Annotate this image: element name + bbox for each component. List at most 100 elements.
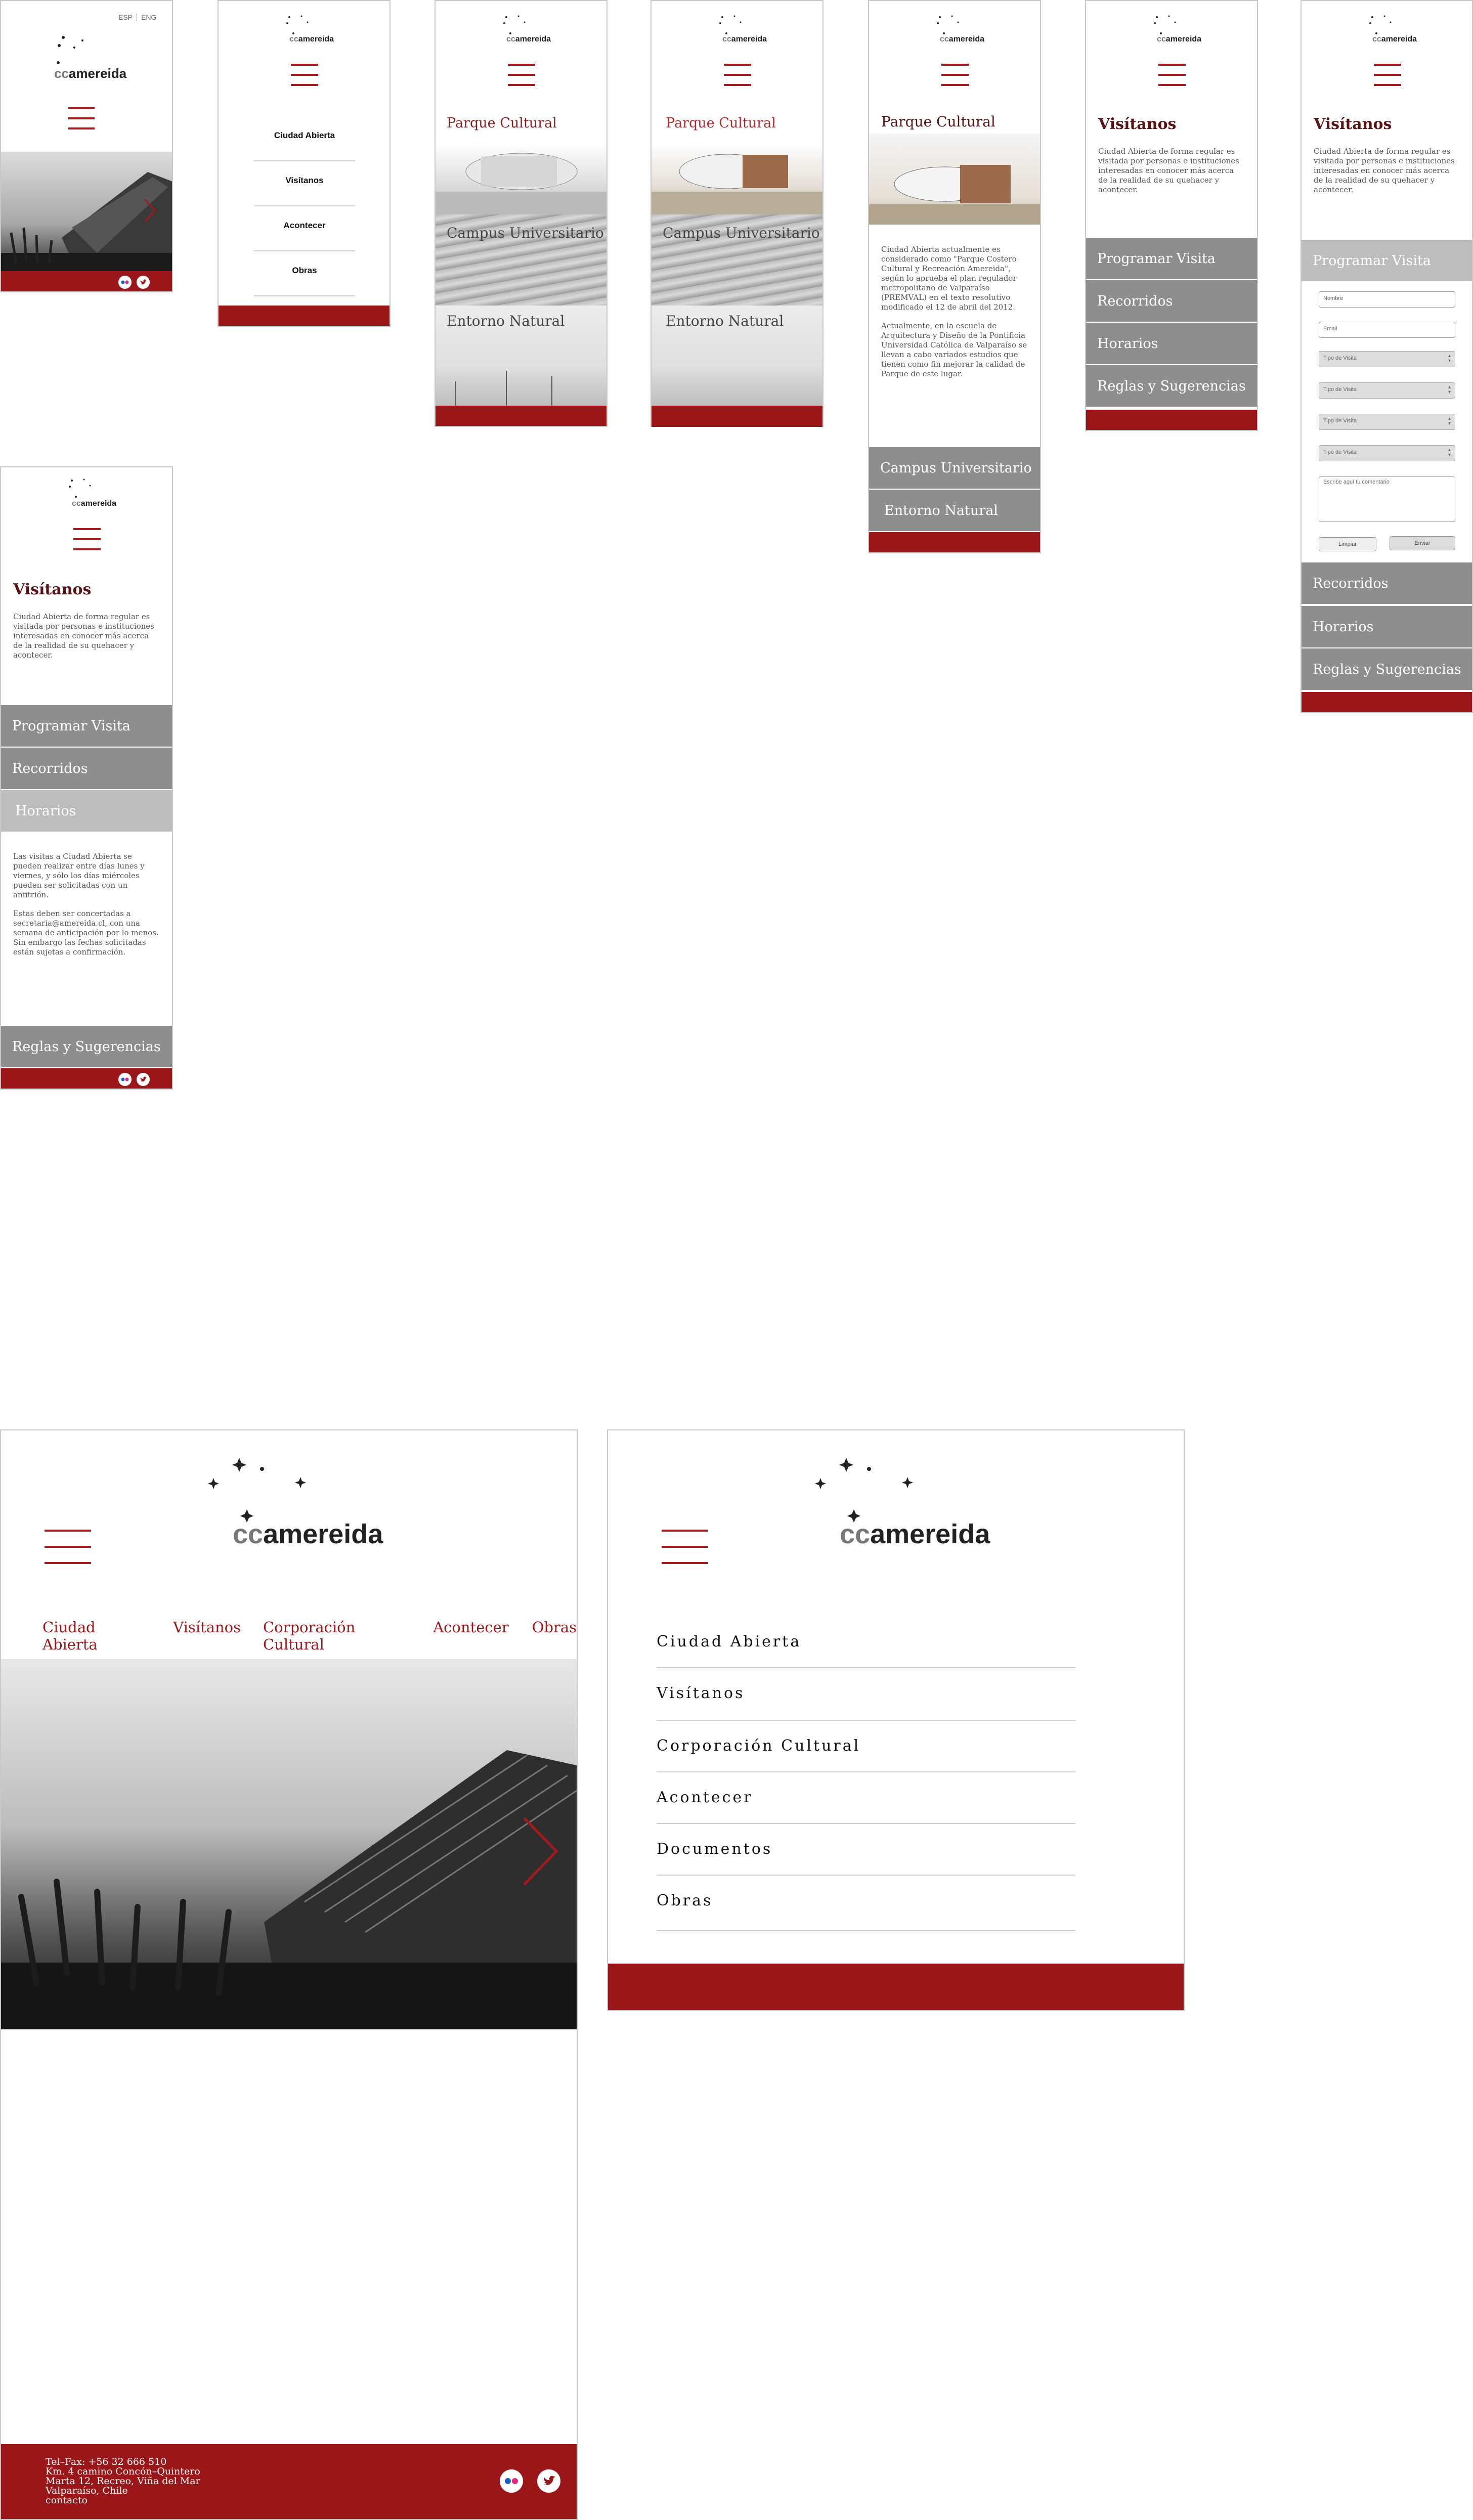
footer-bar xyxy=(219,306,389,326)
hamburger-menu-icon[interactable] xyxy=(68,107,95,131)
accordion-reglas[interactable]: Reglas y Sugerencias xyxy=(1086,365,1257,407)
visit-type-select[interactable]: Tipo de Visita ▴ ▾ xyxy=(1319,414,1455,430)
section-label: Campus Universitario xyxy=(447,225,604,241)
nav-obras[interactable]: Obras xyxy=(532,1619,577,1653)
select-arrows-icon: ▴ ▾ xyxy=(1448,353,1451,364)
footer-contact-link[interactable]: contacto xyxy=(46,2496,200,2505)
accordion-horarios[interactable]: Horarios xyxy=(1302,606,1472,647)
accordion-reglas[interactable]: Reglas y Sugerencias xyxy=(1,1026,172,1067)
menu-divider xyxy=(657,1720,1075,1721)
mobile-home-frame: ESP ENG ccamereida xyxy=(0,0,173,292)
hamburger-menu-icon[interactable] xyxy=(941,64,969,87)
section-entorno-natural[interactable]: Entorno Natural xyxy=(869,490,1040,531)
accordion-reglas[interactable]: Reglas y Sugerencias xyxy=(1302,648,1472,690)
hamburger-menu-icon[interactable] xyxy=(45,1530,91,1564)
comment-textarea[interactable]: Escribe aquí tu comentario xyxy=(1319,476,1455,522)
nav-visitanos[interactable]: Visítanos xyxy=(173,1619,241,1653)
hamburger-menu-icon[interactable] xyxy=(73,528,101,551)
hamburger-menu-icon[interactable] xyxy=(662,1530,708,1564)
section-entorno-natural[interactable]: Entorno Natural xyxy=(436,306,606,406)
menu-item-acontecer[interactable]: Acontecer xyxy=(254,221,355,231)
lang-esp[interactable]: ESP xyxy=(118,13,133,21)
nav-acontecer[interactable]: Acontecer xyxy=(433,1619,508,1653)
social-icons xyxy=(118,1073,150,1086)
section-label: Entorno Natural xyxy=(666,313,784,329)
accordion-programar-visita[interactable]: Programar Visita xyxy=(1086,238,1257,279)
visit-type-select[interactable]: Tipo de Visita ▴ ▾ xyxy=(1319,382,1455,399)
visit-type-select[interactable]: Tipo de Visita ▴ ▾ xyxy=(1319,351,1455,367)
twitter-icon[interactable] xyxy=(537,2469,560,2493)
logo[interactable]: ccamereida xyxy=(207,1458,383,1548)
next-arrow-icon[interactable] xyxy=(522,1816,558,1887)
menu-item-acontecer[interactable]: Acontecer xyxy=(657,1789,753,1806)
logo[interactable]: ccamereida xyxy=(1367,13,1417,44)
desktop-home-frame: ccamereida Ciudad Abierta Visítanos Corp… xyxy=(0,1429,578,2520)
hamburger-menu-icon[interactable] xyxy=(1158,64,1186,87)
logo[interactable]: ccamereida xyxy=(814,1458,990,1548)
logo[interactable]: ccamereida xyxy=(717,13,767,44)
email-field[interactable]: Email xyxy=(1319,322,1455,338)
name-field[interactable]: Nombre xyxy=(1319,291,1455,308)
section-label: Parque Cultural xyxy=(447,115,557,131)
menu-item-ciudad-abierta[interactable]: Ciudad Abierta xyxy=(657,1633,801,1650)
twitter-icon[interactable] xyxy=(137,276,150,289)
footer-bar xyxy=(1302,692,1472,712)
accordion-recorridos[interactable]: Recorridos xyxy=(1086,280,1257,322)
visitanos-frame: ccamereida Visítanos Ciudad Abierta de f… xyxy=(1085,0,1258,431)
menu-item-ciudad-abierta[interactable]: Ciudad Abierta xyxy=(254,131,355,141)
visitanos-form-frame: ccamereida Visítanos Ciudad Abierta de f… xyxy=(1301,0,1473,713)
visitanos-intro: Ciudad Abierta de forma regular es visit… xyxy=(1098,147,1239,194)
menu-divider xyxy=(254,250,355,251)
accordion-recorridos[interactable]: Recorridos xyxy=(1302,562,1472,604)
menu-item-obras[interactable]: Obras xyxy=(254,266,355,276)
hamburger-menu-icon[interactable] xyxy=(291,64,318,87)
hamburger-menu-icon[interactable] xyxy=(724,64,751,87)
page-title: Visítanos xyxy=(1098,115,1177,133)
nav-ciudad-abierta[interactable]: Ciudad Abierta xyxy=(42,1619,148,1653)
section-entorno-natural[interactable]: Entorno Natural xyxy=(652,306,822,406)
logo[interactable]: ccamereida xyxy=(1152,13,1201,44)
section-parque-cultural[interactable]: Parque Cultural xyxy=(436,113,606,214)
footer-bar xyxy=(1086,410,1257,430)
ciudad-abierta-hover-frame: ccamereida Parque Cultural Campus Univer… xyxy=(651,0,824,427)
menu-item-visitanos[interactable]: Visítanos xyxy=(254,176,355,186)
accordion-programar-visita[interactable]: Programar Visita xyxy=(1,705,172,747)
logo[interactable]: ccamereida xyxy=(67,476,116,508)
menu-item-visitanos[interactable]: Visítanos xyxy=(657,1684,745,1702)
clear-button[interactable]: Limpiar xyxy=(1319,537,1376,551)
menu-item-obras[interactable]: Obras xyxy=(657,1892,713,1909)
hamburger-menu-icon[interactable] xyxy=(508,64,535,87)
accordion-recorridos[interactable]: Recorridos xyxy=(1,748,172,789)
flickr-icon[interactable] xyxy=(500,2469,523,2493)
footer-bar xyxy=(608,1964,1184,2010)
social-icons xyxy=(118,276,150,289)
flickr-icon[interactable] xyxy=(118,1073,132,1086)
logo[interactable]: ccamereida xyxy=(935,13,984,44)
submit-button[interactable]: Enviar xyxy=(1390,536,1455,550)
visit-type-select[interactable]: Tipo de Visita ▴ ▾ xyxy=(1319,445,1455,461)
page-title: Visítanos xyxy=(13,581,92,598)
hamburger-menu-icon[interactable] xyxy=(1374,64,1401,87)
footer-contact: Tel–Fax: +56 32 666 510 Km. 4 camino Con… xyxy=(46,2457,200,2505)
twitter-icon[interactable] xyxy=(137,1073,150,1086)
footer-bar xyxy=(869,532,1040,552)
accordion-horarios[interactable]: Horarios xyxy=(1086,323,1257,364)
logo[interactable]: ccamereida xyxy=(501,13,551,44)
flickr-icon[interactable] xyxy=(118,276,132,289)
section-parque-cultural[interactable]: Parque Cultural xyxy=(652,113,822,214)
nav-corporacion-cultural[interactable]: Corporación Cultural xyxy=(263,1619,411,1653)
social-icons xyxy=(500,2469,560,2493)
logo[interactable]: ccamereida xyxy=(284,13,334,44)
logo[interactable]: ccamereida xyxy=(54,33,126,80)
menu-item-corporacion-cultural[interactable]: Corporación Cultural xyxy=(657,1737,860,1755)
menu-divider xyxy=(657,1930,1075,1931)
section-campus-universitario[interactable]: Campus Universitario xyxy=(652,214,822,306)
accordion-horarios[interactable]: Horarios xyxy=(1,790,172,832)
accordion-programar-visita[interactable]: Programar Visita xyxy=(1302,240,1472,281)
parque-image xyxy=(869,134,1040,225)
section-campus-universitario[interactable]: Campus Universitario xyxy=(869,447,1040,489)
menu-item-documentos[interactable]: Documentos xyxy=(657,1840,772,1858)
section-campus-universitario[interactable]: Campus Universitario xyxy=(436,214,606,306)
lang-eng[interactable]: ENG xyxy=(141,13,156,21)
next-arrow-icon[interactable] xyxy=(144,198,156,223)
